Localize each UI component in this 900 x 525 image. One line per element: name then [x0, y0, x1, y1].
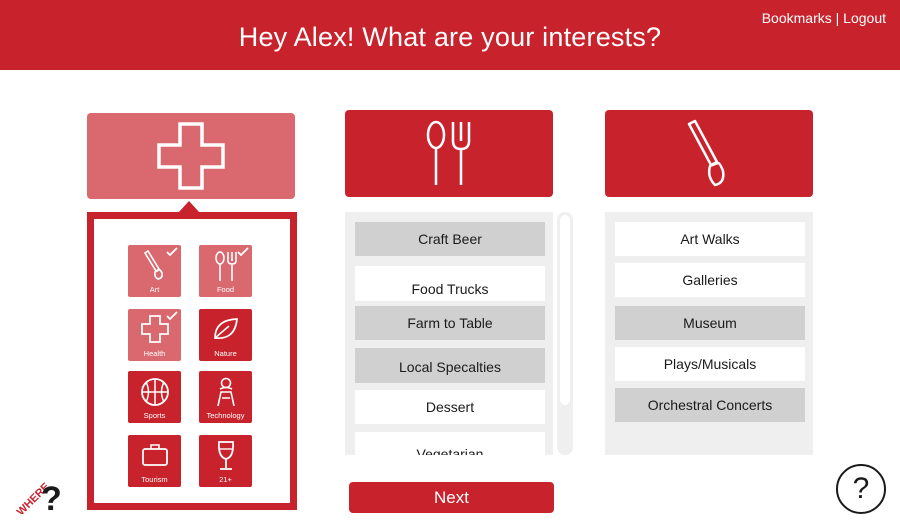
list-item-galleries[interactable]: Galleries	[615, 263, 805, 297]
tile-label: Sports	[143, 411, 166, 420]
svg-text:?: ?	[41, 480, 62, 514]
basketball-icon	[140, 378, 169, 406]
list-item-art-walks[interactable]: Art Walks	[615, 222, 805, 256]
link-separator: |	[835, 10, 840, 26]
category-card-health[interactable]	[87, 113, 295, 199]
tile-health[interactable]: Health	[128, 309, 181, 361]
wine-glass-icon	[217, 441, 234, 470]
list-item-museum[interactable]: Museum	[615, 306, 805, 340]
header-links: Bookmarks | Logout	[762, 10, 886, 26]
interest-tiles-panel: Art Food Health Nature Sports Technology…	[87, 212, 297, 510]
list-item-plays-musicals[interactable]: Plays/Musicals	[615, 347, 805, 381]
next-button[interactable]: Next	[349, 482, 554, 513]
header-bar: Hey Alex! What are your interests? Bookm…	[0, 0, 900, 70]
technology-icon	[216, 377, 235, 407]
paintbrush-icon	[143, 250, 163, 280]
tile-label: 21+	[219, 475, 232, 484]
page-title: Hey Alex! What are your interests?	[238, 22, 662, 52]
tile-label: Technology	[206, 411, 245, 420]
art-options-list[interactable]: Art Walks Galleries Museum Plays/Musical…	[605, 212, 813, 455]
list-item-craft-beer[interactable]: Craft Beer	[355, 222, 545, 256]
tile-label: Health	[143, 349, 166, 358]
tile-art[interactable]: Art	[128, 245, 181, 297]
list-item-dessert[interactable]: Dessert	[355, 390, 545, 424]
paintbrush-icon	[687, 119, 725, 186]
bookmarks-link[interactable]: Bookmarks	[762, 10, 832, 26]
help-icon: ?	[852, 472, 870, 505]
list-item-local-specialties[interactable]: Local Specalties	[355, 348, 545, 383]
tile-label: Food	[216, 285, 235, 294]
category-card-art[interactable]	[605, 110, 813, 197]
leaf-icon	[213, 318, 238, 339]
list-item-farm-to-table[interactable]: Farm to Table	[355, 306, 545, 340]
cross-icon	[140, 315, 169, 343]
cross-icon	[157, 122, 225, 190]
list-item-food-trucks[interactable]: Food Trucks	[355, 266, 545, 301]
list-item-orchestral-concerts[interactable]: Orchestral Concerts	[615, 388, 805, 422]
help-button[interactable]: ?	[836, 464, 886, 514]
tile-sports[interactable]: Sports	[128, 371, 181, 423]
tile-label: Art	[149, 285, 160, 294]
tile-21-plus[interactable]: 21+	[199, 435, 252, 487]
tile-tourism[interactable]: Tourism	[128, 435, 181, 487]
tile-nature[interactable]: Nature	[199, 309, 252, 361]
interests-page: Hey Alex! What are your interests? Bookm…	[0, 0, 900, 525]
food-list-scrollbar-thumb[interactable]	[560, 215, 570, 405]
category-card-food[interactable]	[345, 110, 553, 197]
tile-food[interactable]: Food	[199, 245, 252, 297]
tile-label: Tourism	[141, 475, 168, 484]
where-logo: WHERE ?	[10, 468, 62, 518]
utensils-icon	[214, 251, 237, 281]
list-item-vegetarian[interactable]: Vegetarian	[355, 432, 545, 455]
tile-label: Nature	[214, 349, 237, 358]
logout-link[interactable]: Logout	[843, 10, 886, 26]
suitcase-icon	[141, 444, 168, 466]
utensils-icon	[426, 120, 471, 185]
tile-technology[interactable]: Technology	[199, 371, 252, 423]
food-options-list[interactable]: Craft Beer Food Trucks Farm to Table Loc…	[345, 212, 553, 455]
